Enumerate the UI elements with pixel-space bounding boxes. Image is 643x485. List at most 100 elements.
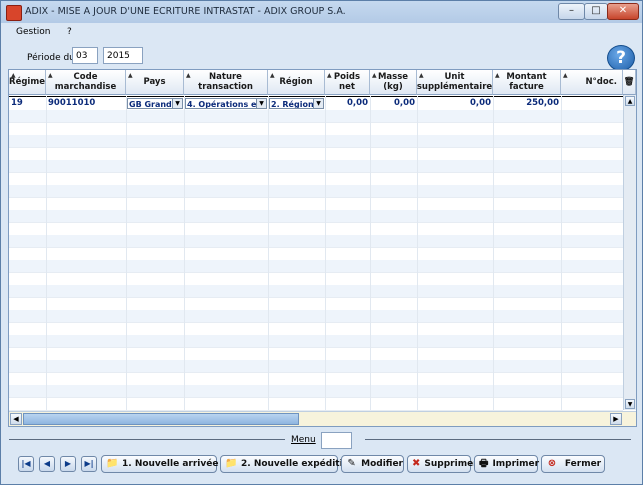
cell-code[interactable]: 90011010 bbox=[46, 97, 126, 110]
sort-up-icon: ▲ bbox=[372, 72, 377, 79]
new-arrival-button[interactable]: 📁 1. Nouvelle arrivée bbox=[101, 455, 218, 473]
window-title: ADIX - MISE A JOUR D'UNE ECRITURE INTRAS… bbox=[25, 6, 346, 17]
delete-button[interactable]: ✖ Supprimer bbox=[407, 455, 478, 473]
empty-table-row[interactable] bbox=[9, 310, 623, 323]
first-record-button[interactable]: |◀ bbox=[18, 456, 34, 472]
period-year-field[interactable]: 2015 bbox=[103, 47, 143, 64]
chevron-down-icon[interactable]: ▼ bbox=[172, 99, 182, 108]
cell-unit[interactable]: 0,00 bbox=[417, 97, 493, 110]
empty-table-row[interactable] bbox=[9, 135, 623, 148]
separator-line bbox=[365, 439, 631, 440]
scroll-down-icon[interactable]: ▼ bbox=[625, 399, 635, 409]
scroll-right-icon[interactable]: ▶ bbox=[610, 413, 622, 425]
menu-gestion[interactable]: Gestion bbox=[16, 27, 50, 37]
empty-table-row[interactable] bbox=[9, 273, 623, 286]
column-header-regime[interactable]: ▲ Régime bbox=[9, 70, 46, 95]
trash-icon[interactable]: 🗑 bbox=[624, 77, 635, 87]
column-header-montant[interactable]: ▲ Montant facture bbox=[493, 70, 561, 95]
sort-up-icon: ▲ bbox=[128, 72, 133, 79]
column-header-unit[interactable]: ▲ Unit supplémentaire bbox=[417, 70, 493, 95]
empty-table-row[interactable] bbox=[9, 198, 623, 211]
cell-regime[interactable]: 19 bbox=[9, 97, 46, 110]
menu-shortcut-input[interactable] bbox=[321, 432, 352, 449]
folder-icon: 📁 bbox=[225, 458, 238, 469]
modify-button[interactable]: ✎ Modifier bbox=[341, 455, 404, 473]
scroll-thumb[interactable] bbox=[23, 413, 299, 425]
empty-table-row[interactable] bbox=[9, 335, 623, 348]
sort-up-icon: ▲ bbox=[186, 72, 191, 79]
region-dropdown[interactable]: 2. Région ▼ bbox=[269, 98, 324, 109]
horizontal-scrollbar[interactable]: ◀ ▶ bbox=[9, 411, 636, 426]
close-window-button[interactable]: ⊗ Fermer bbox=[541, 455, 605, 473]
printer-icon: 🖶 bbox=[479, 458, 489, 469]
sort-up-icon: ▲ bbox=[495, 72, 500, 79]
empty-table-row[interactable] bbox=[9, 398, 623, 411]
scroll-up-icon[interactable]: ▲ bbox=[625, 96, 635, 106]
scroll-left-icon[interactable]: ◀ bbox=[10, 413, 22, 425]
column-header-code[interactable]: ▲ Code marchandise bbox=[46, 70, 126, 95]
empty-table-row[interactable] bbox=[9, 285, 623, 298]
grid-line bbox=[268, 96, 269, 410]
new-shipment-button[interactable]: 📁 2. Nouvelle expédition bbox=[220, 455, 355, 473]
cell-masse[interactable]: 0,00 bbox=[370, 97, 417, 110]
maximize-button[interactable]: □ bbox=[584, 3, 608, 20]
grid-line bbox=[417, 96, 418, 410]
close-circle-icon: ⊗ bbox=[547, 458, 557, 469]
table-row-selected[interactable]: 19 90011010 GB Grande-Bretagne▼ 4. Opéra… bbox=[9, 96, 623, 111]
empty-table-row[interactable] bbox=[9, 160, 623, 173]
sort-up-icon: ▲ bbox=[327, 72, 332, 79]
menu-help[interactable]: ? bbox=[67, 27, 72, 37]
action-toolbar: |◀ ◀ ▶ ▶| 📁 1. Nouvelle arrivée 📁 2. Nouve… bbox=[7, 453, 636, 477]
empty-table-row[interactable] bbox=[9, 110, 623, 123]
pays-dropdown[interactable]: GB Grande-Bretagne▼ bbox=[127, 98, 183, 109]
period-month-field[interactable]: 03 bbox=[72, 47, 98, 64]
minimize-button[interactable]: – bbox=[558, 3, 585, 20]
cell-poids-net[interactable]: 0,00 bbox=[325, 97, 370, 110]
next-record-button[interactable]: ▶ bbox=[60, 456, 76, 472]
pencil-icon: ✎ bbox=[347, 458, 356, 469]
empty-table-row[interactable] bbox=[9, 223, 623, 236]
help-icon[interactable]: ? bbox=[607, 45, 635, 71]
previous-record-button[interactable]: ◀ bbox=[39, 456, 55, 472]
intrastat-grid: ▲ Régime ▲ Code marchandise ▲ Pays ▲ Nature … bbox=[8, 69, 637, 427]
empty-table-row[interactable] bbox=[9, 123, 623, 136]
empty-table-row[interactable] bbox=[9, 360, 623, 373]
grid-line bbox=[325, 96, 326, 410]
last-record-button[interactable]: ▶| bbox=[81, 456, 97, 472]
print-button[interactable]: 🖶 Imprimer bbox=[474, 455, 539, 473]
nature-dropdown[interactable]: 4. Opérations en vue▼ bbox=[185, 98, 267, 109]
empty-table-row[interactable] bbox=[9, 323, 623, 336]
empty-table-row[interactable] bbox=[9, 210, 623, 223]
empty-table-row[interactable] bbox=[9, 348, 623, 361]
empty-table-row[interactable] bbox=[9, 148, 623, 161]
vertical-scrollbar[interactable]: ▲ ▼ bbox=[623, 95, 636, 410]
app-icon bbox=[6, 5, 22, 21]
column-header-masse[interactable]: ▲ Masse (kg) bbox=[370, 70, 417, 95]
close-button[interactable]: ✕ bbox=[607, 3, 639, 20]
sort-up-icon: ▲ bbox=[270, 72, 275, 79]
cell-montant[interactable]: 250,00 bbox=[493, 97, 561, 110]
empty-table-row[interactable] bbox=[9, 173, 623, 186]
sort-up-icon: ▲ bbox=[48, 72, 53, 79]
menu-shortcut-label: Menu bbox=[291, 435, 316, 445]
cell-ndoc[interactable] bbox=[561, 97, 623, 110]
grid-line bbox=[561, 96, 562, 410]
column-header-region[interactable]: ▲ Région bbox=[268, 70, 325, 95]
empty-table-row[interactable] bbox=[9, 248, 623, 261]
empty-table-row[interactable] bbox=[9, 235, 623, 248]
delete-column-header[interactable]: 🗑 bbox=[623, 70, 636, 95]
sort-up-icon: ▲ bbox=[11, 72, 16, 79]
empty-table-row[interactable] bbox=[9, 298, 623, 311]
empty-table-row[interactable] bbox=[9, 185, 623, 198]
empty-table-row[interactable] bbox=[9, 385, 623, 398]
empty-table-row[interactable] bbox=[9, 373, 623, 386]
chevron-down-icon[interactable]: ▼ bbox=[256, 99, 266, 108]
chevron-down-icon[interactable]: ▼ bbox=[313, 99, 323, 108]
title-bar[interactable]: ADIX - MISE A JOUR D'UNE ECRITURE INTRAS… bbox=[1, 1, 642, 23]
empty-table-row[interactable] bbox=[9, 260, 623, 273]
app-window: ADIX - MISE A JOUR D'UNE ECRITURE INTRAS… bbox=[0, 0, 643, 485]
column-header-nature[interactable]: ▲ Nature transaction bbox=[184, 70, 268, 95]
column-header-ndoc[interactable]: ▲ N°doc. bbox=[561, 70, 623, 95]
column-header-poids-net[interactable]: ▲ Poids net bbox=[325, 70, 370, 95]
column-header-pays[interactable]: ▲ Pays bbox=[126, 70, 184, 95]
